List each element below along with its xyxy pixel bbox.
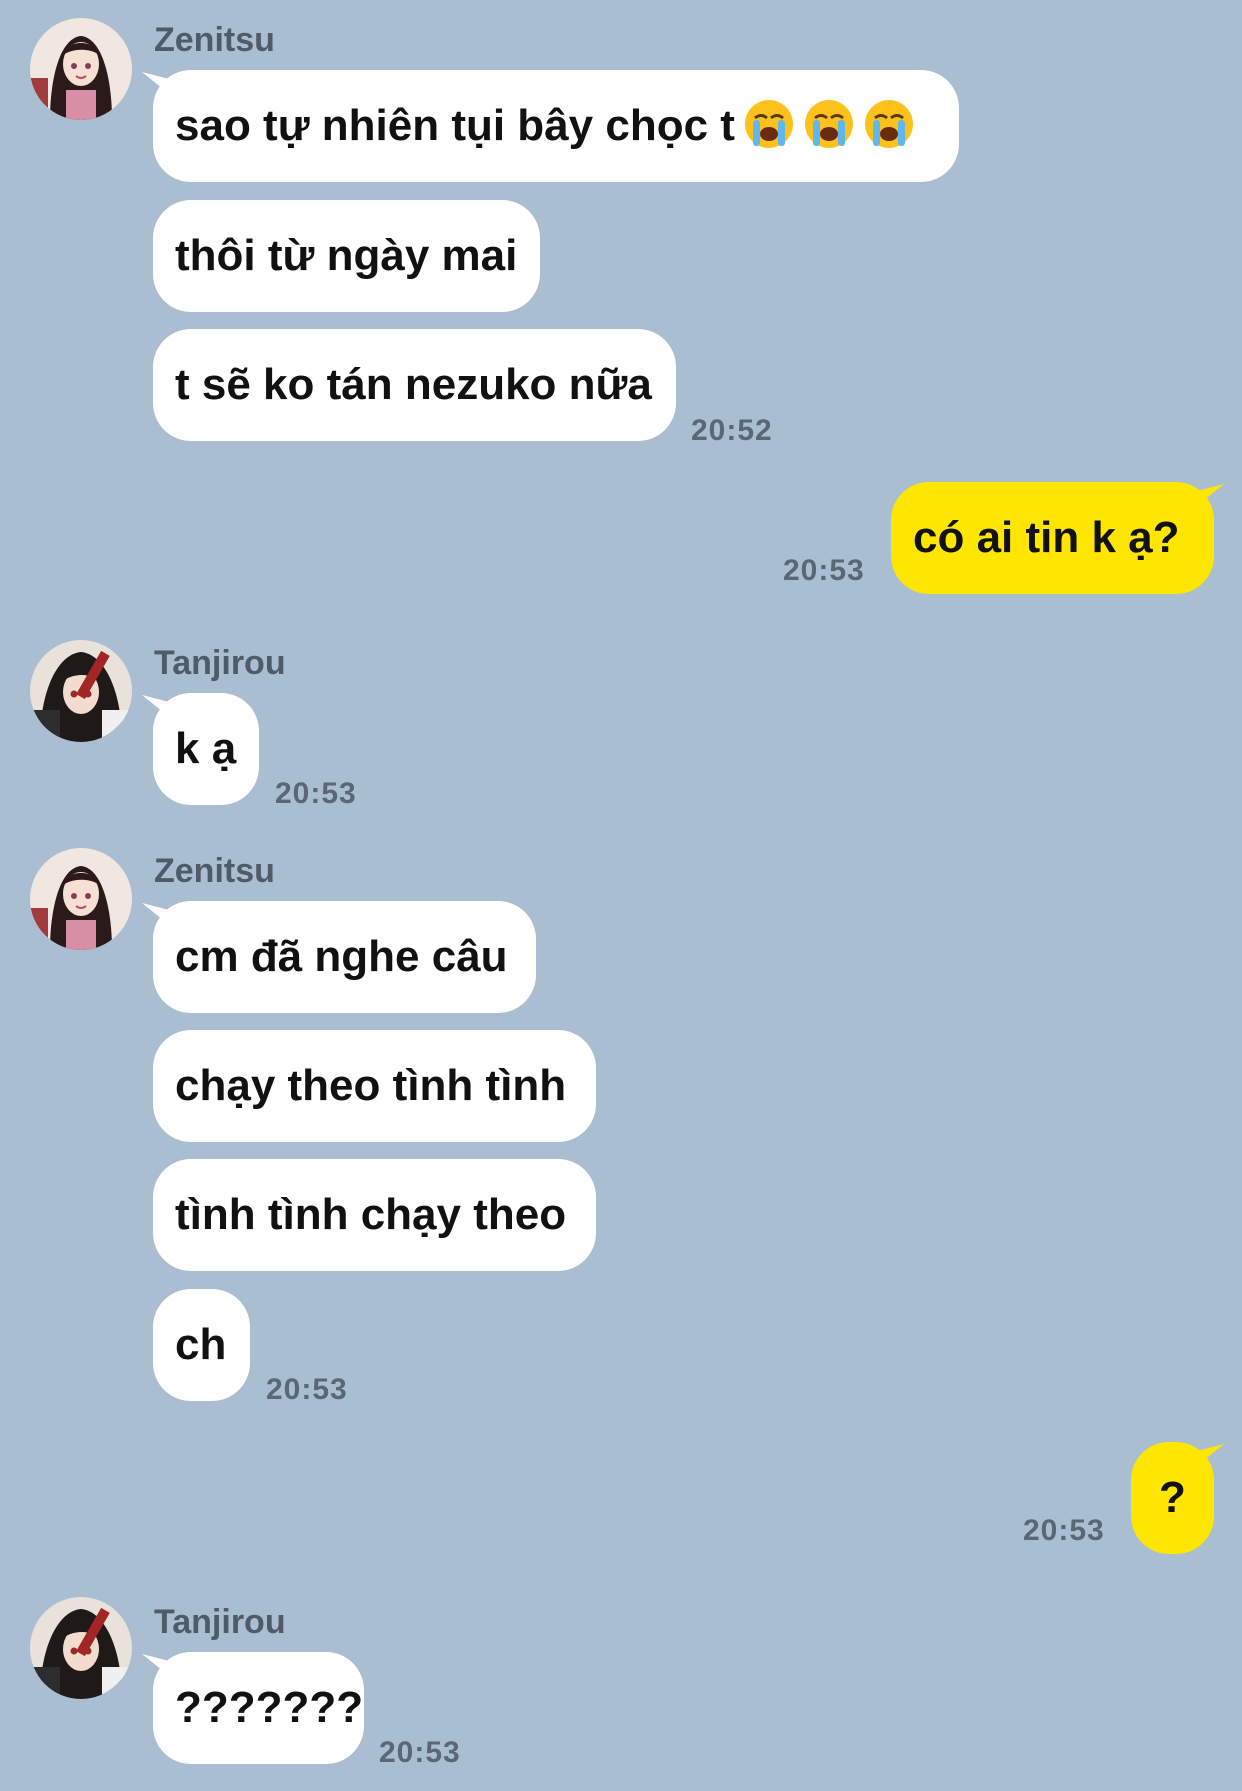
message-bubble[interactable]: tình tình chạy theo bbox=[153, 1159, 596, 1271]
message-bubble[interactable]: k ạ bbox=[153, 693, 259, 805]
message-bubble[interactable]: ??????? bbox=[153, 1652, 364, 1764]
message-text: ??????? bbox=[175, 1683, 364, 1732]
zenitsu-avatar-image bbox=[30, 848, 132, 950]
message-timestamp: 20:53 bbox=[275, 777, 357, 810]
message-text: sao tự nhiên tụi bây chọc t bbox=[175, 101, 735, 150]
message-text: tình tình chạy theo bbox=[175, 1190, 567, 1239]
avatar-zenitsu[interactable] bbox=[30, 18, 132, 120]
avatar-zenitsu[interactable] bbox=[30, 848, 132, 950]
message-bubble[interactable]: chạy theo tình tình bbox=[153, 1030, 596, 1142]
zenitsu-avatar-image bbox=[30, 18, 132, 120]
message-bubble[interactable]: sao tự nhiên tụi bây chọc t bbox=[153, 70, 959, 182]
message-bubble[interactable]: cm đã nghe câu bbox=[153, 901, 536, 1013]
sender-name: Tanjirou bbox=[154, 1603, 286, 1641]
message-text: thôi từ ngày mai bbox=[175, 231, 518, 280]
message-timestamp: 20:53 bbox=[266, 1373, 348, 1406]
message-text: k ạ bbox=[175, 724, 237, 773]
loudly-crying-face-icon bbox=[863, 98, 915, 150]
tanjirou-avatar-image bbox=[30, 1597, 132, 1699]
message-bubble[interactable]: có ai tin k ạ? bbox=[891, 482, 1214, 594]
message-bubble[interactable]: t sẽ ko tán nezuko nữa bbox=[153, 329, 676, 441]
message-bubble[interactable]: ch bbox=[153, 1289, 250, 1401]
message-timestamp: 20:52 bbox=[691, 414, 773, 447]
loudly-crying-face-icon bbox=[743, 98, 795, 150]
message-text: t sẽ ko tán nezuko nữa bbox=[175, 360, 652, 409]
message-timestamp: 20:53 bbox=[783, 554, 865, 587]
message-timestamp: 20:53 bbox=[379, 1736, 461, 1769]
message-text: ? bbox=[1159, 1473, 1186, 1522]
message-timestamp: 20:53 bbox=[1023, 1514, 1105, 1547]
loudly-crying-face-icon bbox=[803, 98, 855, 150]
sender-name: Zenitsu bbox=[154, 852, 275, 890]
sender-name: Zenitsu bbox=[154, 21, 275, 59]
tanjirou-avatar-image bbox=[30, 640, 132, 742]
message-text: chạy theo tình tình bbox=[175, 1061, 567, 1110]
sender-name: Tanjirou bbox=[154, 644, 286, 682]
avatar-tanjirou[interactable] bbox=[30, 640, 132, 742]
message-bubble[interactable]: thôi từ ngày mai bbox=[153, 200, 540, 312]
avatar-tanjirou[interactable] bbox=[30, 1597, 132, 1699]
message-text: có ai tin k ạ? bbox=[913, 513, 1180, 562]
message-text: ch bbox=[175, 1320, 227, 1369]
message-text: cm đã nghe câu bbox=[175, 932, 508, 981]
